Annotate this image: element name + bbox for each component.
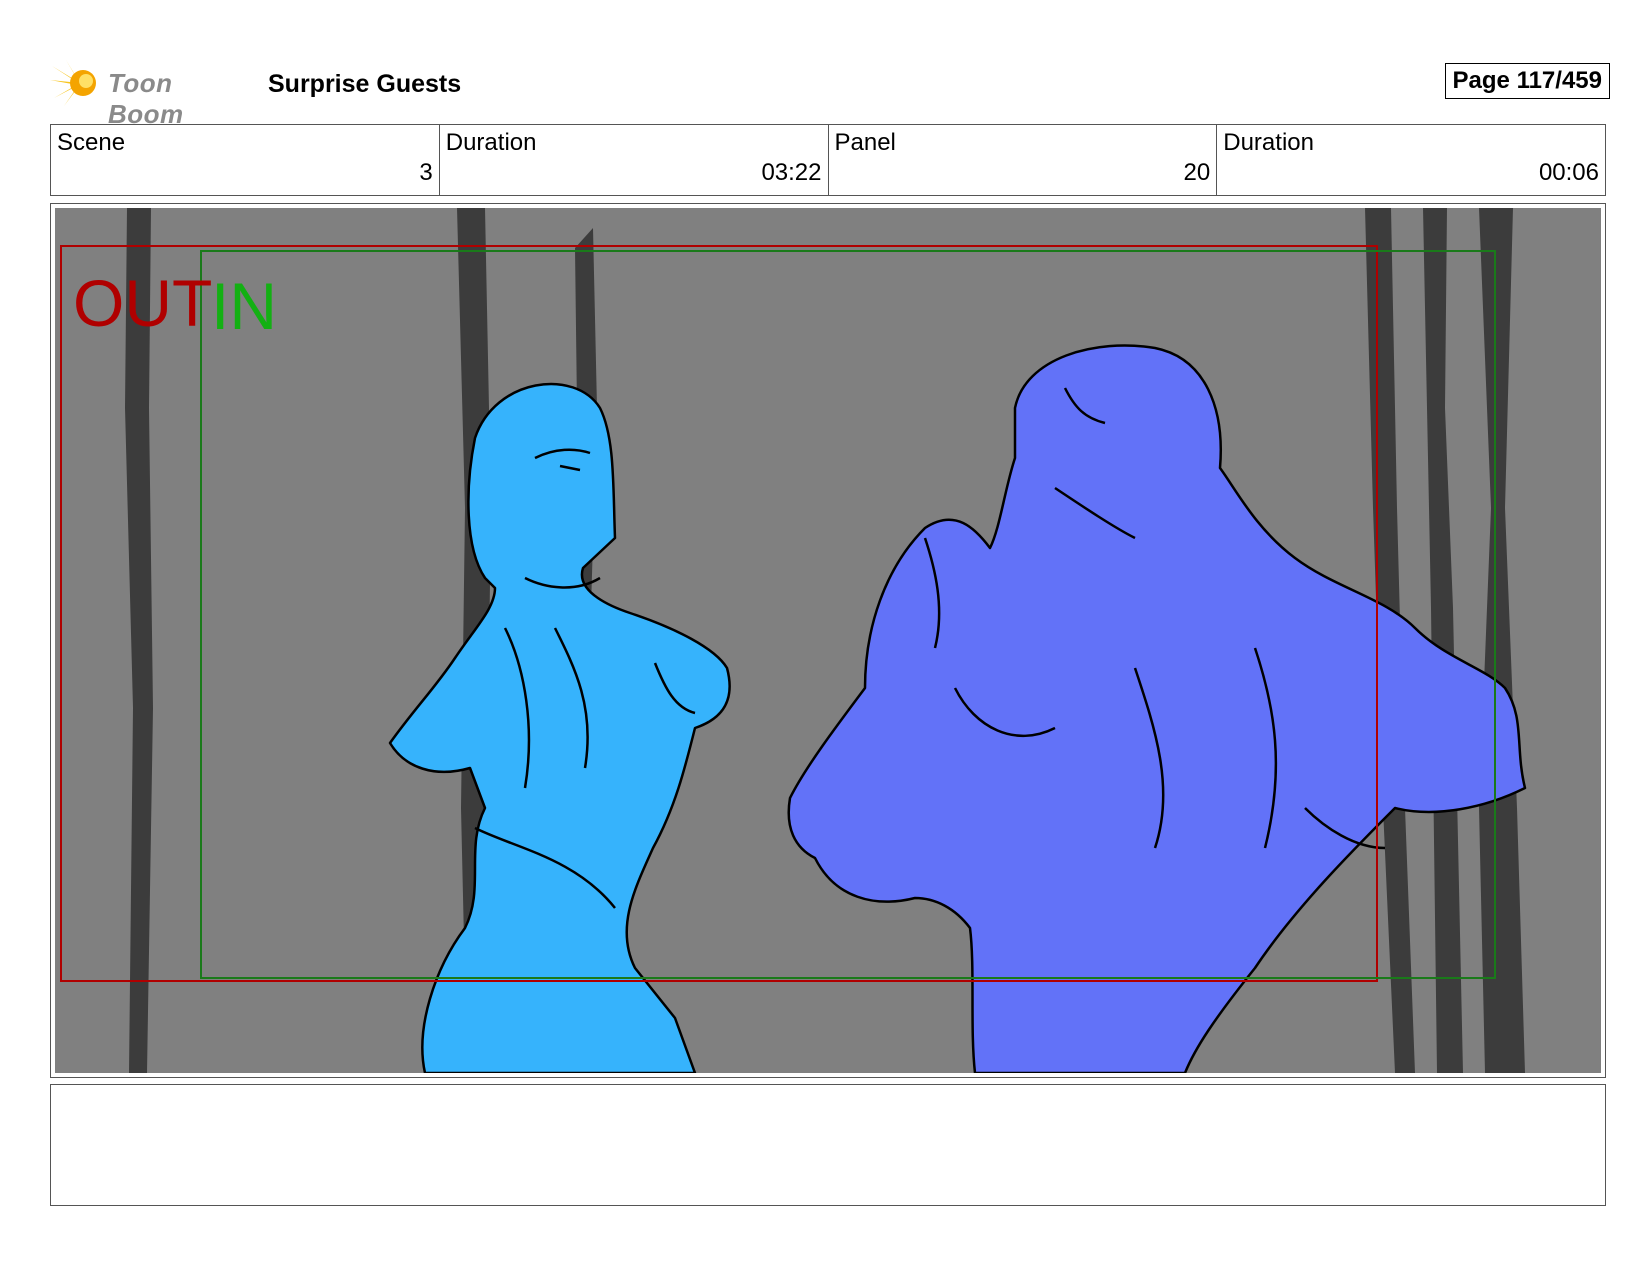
panel-cell: Panel 20 <box>829 125 1218 195</box>
scene-value: 3 <box>419 159 433 186</box>
scene-duration-cell: Duration 03:22 <box>440 125 829 195</box>
in-label: IN <box>211 269 277 343</box>
toon-boom-logo: Toon Boom <box>50 58 250 129</box>
panel-label: Panel <box>834 129 896 156</box>
page-number: Page 117/459 <box>1444 63 1610 99</box>
panel-notes <box>50 1084 1606 1206</box>
panel-duration-label: Duration <box>1223 129 1314 156</box>
panel-duration-value: 00:06 <box>1538 159 1599 186</box>
out-label: OUT <box>73 266 212 340</box>
scene-duration-value: 03:22 <box>761 159 822 186</box>
starburst-icon <box>50 60 96 106</box>
page-header: Toon Boom Surprise Guests Page 117/459 <box>50 58 1610 129</box>
storyboard-panel: OUT IN <box>50 203 1606 1078</box>
scene-duration-label: Duration <box>445 129 537 156</box>
info-table: Scene 3 Duration 03:22 Panel 20 Duration… <box>50 124 1606 196</box>
project-title: Surprise Guests <box>268 70 462 98</box>
panel-drawing: OUT IN <box>55 208 1601 1073</box>
panel-duration-cell: Duration 00:06 <box>1217 125 1605 195</box>
panel-value: 20 <box>1183 159 1211 186</box>
scene-label: Scene <box>57 129 126 156</box>
logo-text: Toon Boom <box>108 68 184 129</box>
scene-cell: Scene 3 <box>51 125 440 195</box>
